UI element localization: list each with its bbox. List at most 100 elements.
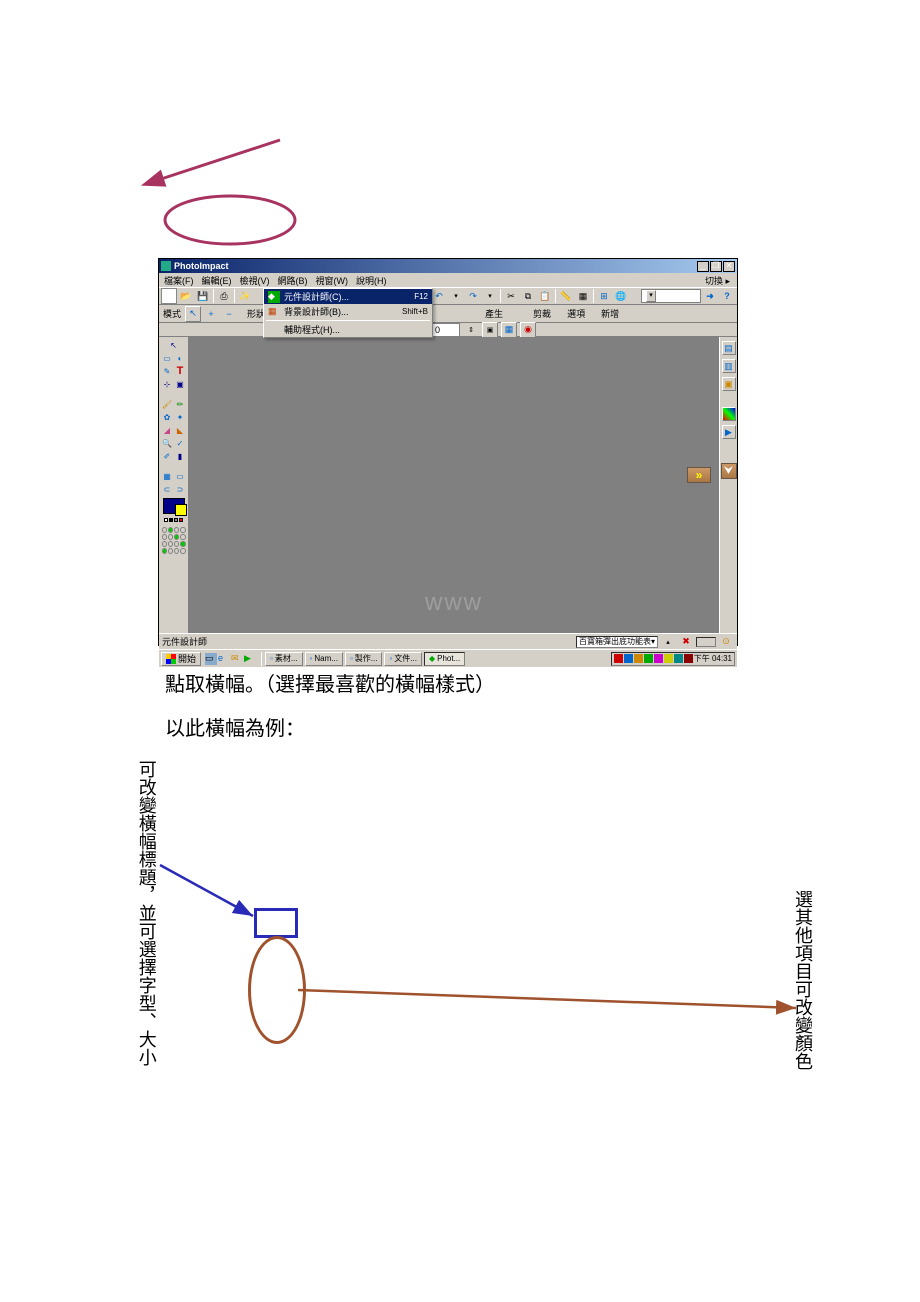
tray-icon[interactable] [634,654,643,663]
close-button[interactable]: ✕ [723,261,735,272]
canvas-area[interactable]: www » [189,337,719,633]
mode-sub-icon[interactable]: − [221,306,237,322]
fx2-icon[interactable]: ▦ [501,322,517,338]
layer-panel-icon[interactable]: ▤ [722,341,736,355]
maximize-button[interactable]: ❐ [710,261,722,272]
menu-component-designer[interactable]: ◆ 元件設計師(C)... F12 [264,289,432,304]
grid-icon[interactable]: ▦ [161,470,173,482]
status-close-icon[interactable]: ✖ [678,634,694,650]
number-input[interactable]: 0 [432,323,460,337]
selection-tool-icon[interactable]: ▭ [161,352,173,364]
zoom-combo[interactable]: ▾ [641,289,701,303]
ql-ie-icon[interactable]: e [218,653,230,665]
redo-icon[interactable]: ↷ [465,288,481,304]
stamp-tool-icon[interactable]: ▮ [174,450,186,462]
slider-controls[interactable] [162,527,186,554]
pencil-tool-icon[interactable]: ✏ [174,398,186,410]
measure-tool-icon[interactable]: ✓ [174,437,186,449]
fx1-icon[interactable]: ▣ [482,322,498,338]
spinner-icon[interactable]: ⇕ [463,322,479,338]
color-swatch[interactable] [163,498,185,514]
pick-tool-icon[interactable]: ↖ [168,339,180,351]
color-panel-icon[interactable] [722,407,736,421]
eyedropper-tool-icon[interactable]: ✐ [161,450,173,462]
tray-icon[interactable] [624,654,633,663]
text-tool-icon[interactable]: T [174,365,186,377]
task-item[interactable]: ▫Nam... [305,652,343,666]
eraser-tool-icon[interactable]: ◢ [161,424,173,436]
new-icon[interactable]: ▱ [161,288,177,304]
start-button[interactable]: 開始 [161,652,201,666]
ruler-icon[interactable]: 📏 [558,288,574,304]
task-item[interactable]: ▫文件... [384,652,422,666]
switch-button[interactable]: 切換 ▸ [702,274,733,287]
tray-icon[interactable] [654,654,663,663]
frame-tool-icon[interactable]: ▣ [174,378,186,390]
menubar[interactable]: 檔案(F) 編輯(E) 檢視(V) 網路(B) 視窗(W) 說明(H) 切換 ▸ [159,273,737,287]
caption-line-2: 以此橫幅為例： [165,712,305,741]
menu-window[interactable]: 視窗(W) [313,274,352,287]
slice-icon[interactable]: ▭ [174,470,186,482]
tray-icon[interactable] [664,654,673,663]
clone-tool-icon[interactable]: ✿ [161,411,173,423]
retouch-tool-icon[interactable]: ✦ [174,411,186,423]
menu-background-label: 背景設計師(B)... [284,305,349,318]
minimize-button[interactable]: _ [697,261,709,272]
ql-outlook-icon[interactable]: ✉ [231,653,243,665]
menu-background-designer[interactable]: ▦ 背景設計師(B)... Shift+B [264,304,432,319]
crop-tool-icon[interactable]: ⊹ [161,378,173,390]
task-item[interactable]: ▫素材... [265,652,303,666]
document-panel-icon[interactable]: ▣ [722,377,736,391]
status-combo[interactable]: 百寶箱彈出底功能表 ▾ [576,636,658,648]
menu-help[interactable]: 說明(H) [353,274,390,287]
tray-icon[interactable] [674,654,683,663]
wizard-icon[interactable]: ✨ [237,288,253,304]
quickcommand-icon[interactable]: ▶ [722,425,736,439]
menu-file[interactable]: 檔案(F) [161,274,197,287]
collapse-chevron-icon[interactable]: ⮟ [721,463,737,479]
task-item[interactable]: ▫製作... [345,652,383,666]
cut-icon[interactable]: ✂ [503,288,519,304]
status-up-icon[interactable]: ▴ [660,634,676,650]
dropdown-arrow-icon[interactable]: ▾ [448,288,464,304]
menu-view[interactable]: 檢視(V) [237,274,273,287]
brush-tool-icon[interactable]: 🖌 [161,398,173,410]
undo-icon[interactable]: ↶ [431,288,447,304]
status-info-icon[interactable]: ⊙ [718,634,734,650]
titlebar[interactable]: PhotoImpact _ ❐ ✕ [159,259,737,273]
open-icon[interactable]: 📂 [178,288,194,304]
window-icon[interactable]: ⊞ [596,288,612,304]
grid-icon[interactable]: ▦ [575,288,591,304]
save-icon[interactable]: 💾 [195,288,211,304]
fill-tool-icon[interactable]: ◣ [174,424,186,436]
mode-arrow-icon[interactable]: ↖ [185,306,201,322]
ql-media-icon[interactable]: ▶ [244,653,256,665]
path-tool-icon[interactable]: ✎ [161,365,173,377]
mode-add-icon[interactable]: + [203,306,219,322]
menu-helper-app[interactable]: 輔助程式(H)... [264,322,432,337]
task-item-active[interactable]: ◆Phot... [424,652,465,666]
go-icon[interactable]: ➜ [702,288,718,304]
menu-web[interactable]: 網路(B) [275,274,311,287]
ql-desktop-icon[interactable]: ▭ [205,653,217,665]
help-icon[interactable]: ? [719,288,735,304]
paste-icon[interactable]: 📋 [537,288,553,304]
tray-icon[interactable] [614,654,623,663]
browser-icon[interactable]: 🌐 [613,288,629,304]
transform-tool-icon[interactable]: ◐ [174,352,186,364]
zoom-tool-icon[interactable]: 🔍 [161,437,173,449]
mini-swatches[interactable] [164,518,183,522]
expand-chevron-icon[interactable]: » [687,467,711,483]
link-icon[interactable]: ⊂ [161,483,173,495]
copy-icon[interactable]: ⧉ [520,288,536,304]
fx3-icon[interactable]: ◉ [520,322,536,338]
add-label: 新增 [599,307,621,320]
easypalette-icon[interactable]: ▥ [722,359,736,373]
tray-icon[interactable] [684,654,693,663]
map-icon[interactable]: ⊃ [174,483,186,495]
menu-edit[interactable]: 編輯(E) [199,274,235,287]
system-tray[interactable]: 下午 04:31 [611,652,735,666]
tray-icon[interactable] [644,654,653,663]
dropdown-arrow-icon[interactable]: ▾ [482,288,498,304]
print-icon[interactable]: ⎙ [216,288,232,304]
